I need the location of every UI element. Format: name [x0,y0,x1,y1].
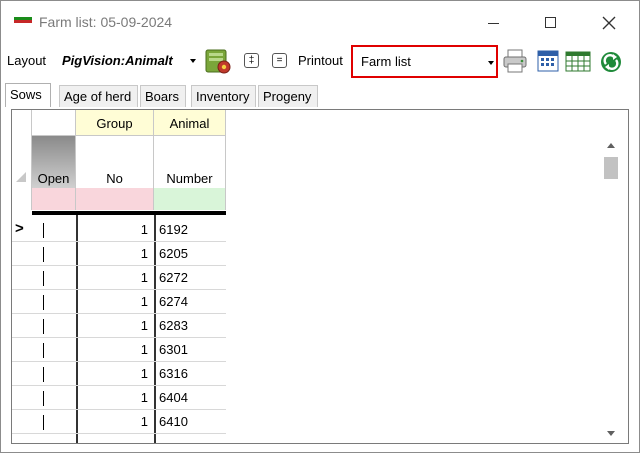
printout-select[interactable]: Farm list [351,45,498,78]
expand-button[interactable]: ‡ [244,53,259,68]
tab-inventory[interactable]: Inventory [191,85,256,107]
farm-list-window: Farm list: 05-09-2024 Layout PigVision:A… [0,0,640,453]
grid-corner [12,110,32,210]
cell-open[interactable] [40,242,76,266]
title-bar: Farm list: 05-09-2024 [1,1,639,45]
column-group-header[interactable]: Group [76,110,154,136]
column-header-no[interactable]: No [76,136,154,188]
minimize-button[interactable] [479,11,509,35]
tab-label: Boars [145,89,179,104]
cell-open[interactable] [40,386,76,410]
table-row[interactable]: > 1 6192 [12,218,226,242]
tab-strip: Sows Age of herd Boars Inventory Progeny [1,83,639,107]
app-flag-icon [14,17,32,23]
filter-animal-number[interactable] [154,188,226,210]
tab-label: Progeny [263,89,312,104]
column-animal-header[interactable]: Animal [154,110,226,136]
filter-open[interactable] [32,188,76,210]
printout-value: Farm list [361,54,411,69]
cell-number: 6205 [159,246,188,261]
table-row[interactable]: 1 6283 [12,314,226,338]
printout-label: Printout [298,53,343,68]
column-header-open[interactable]: Open [32,136,76,188]
filter-group-no[interactable] [76,188,154,210]
open-header-top [32,110,76,136]
cell-open[interactable] [40,290,76,314]
cell-number: 6283 [159,318,188,333]
cell-number: 6192 [159,222,188,237]
cell-open[interactable] [40,266,76,290]
scroll-up-icon[interactable] [607,143,615,148]
refresh-icon[interactable] [597,47,625,75]
minimize-icon [488,23,499,24]
calendar-icon[interactable] [534,47,562,75]
cell-group: 1 [140,342,148,357]
cell-number: 6272 [159,270,188,285]
scroll-down-icon[interactable] [607,431,615,436]
settings-gear-icon[interactable] [204,47,232,75]
cell-number: 6410 [159,414,188,429]
cell-number: 6404 [159,390,188,405]
maximize-button[interactable] [536,11,566,35]
cell-group: 1 [140,246,148,261]
cell-group: 1 [140,414,148,429]
cell-open[interactable] [40,362,76,386]
table-row[interactable]: 1 6205 [12,242,226,266]
sort-corner-icon [16,172,26,182]
column-header-number[interactable]: Number [154,136,226,188]
collapse-button[interactable]: = [272,53,287,68]
table-row[interactable]: 1 6272 [12,266,226,290]
cell-group: 1 [140,294,148,309]
calendar-grid-icon[interactable] [564,47,592,75]
layout-label: Layout [7,53,47,68]
table-row[interactable]: 1 6404 [12,386,226,410]
table-row[interactable]: 1 6410 [12,410,226,434]
vertical-scrollbar[interactable] [603,137,620,442]
tab-label: Inventory [196,89,250,104]
layout-dropdown-icon[interactable] [190,59,196,63]
printer-icon[interactable] [501,47,529,75]
tab-boars[interactable]: Boars [140,85,186,107]
data-grid: Open Group No Animal Number > 1 6192 1 6… [11,109,629,444]
layout-select[interactable]: PigVision:Animalt [62,53,173,68]
cell-group: 1 [140,390,148,405]
cell-group: 1 [140,270,148,285]
cell-group: 1 [140,222,148,237]
scroll-thumb[interactable] [604,157,618,179]
row-header: > [12,218,32,242]
cell-number: 6301 [159,342,188,357]
table-row[interactable]: 1 6316 [12,362,226,386]
close-icon [602,16,616,30]
tab-age-of-herd[interactable]: Age of herd [59,85,138,107]
table-row[interactable]: 1 6274 [12,290,226,314]
tab-progeny[interactable]: Progeny [258,85,318,107]
close-button[interactable] [594,11,624,35]
maximize-icon [545,17,556,28]
cell-group: 1 [140,366,148,381]
toolbar: Layout PigVision:Animalt ‡ = Printout Fa… [1,45,639,81]
cell-open[interactable] [40,314,76,338]
tab-sows[interactable]: Sows [5,83,51,107]
cell-number: 6316 [159,366,188,381]
cell-number: 6274 [159,294,188,309]
current-row-marker: > [15,220,24,237]
cell-open[interactable] [40,338,76,362]
cell-open[interactable] [40,218,76,242]
header-divider [32,211,226,215]
cell-open[interactable] [40,410,76,434]
cell-group: 1 [140,318,148,333]
window-title: Farm list: 05-09-2024 [39,14,173,30]
table-row[interactable]: 1 6301 [12,338,226,362]
tab-label: Age of herd [64,89,132,104]
printout-dropdown-icon[interactable] [488,61,494,65]
tab-label: Sows [10,87,42,102]
